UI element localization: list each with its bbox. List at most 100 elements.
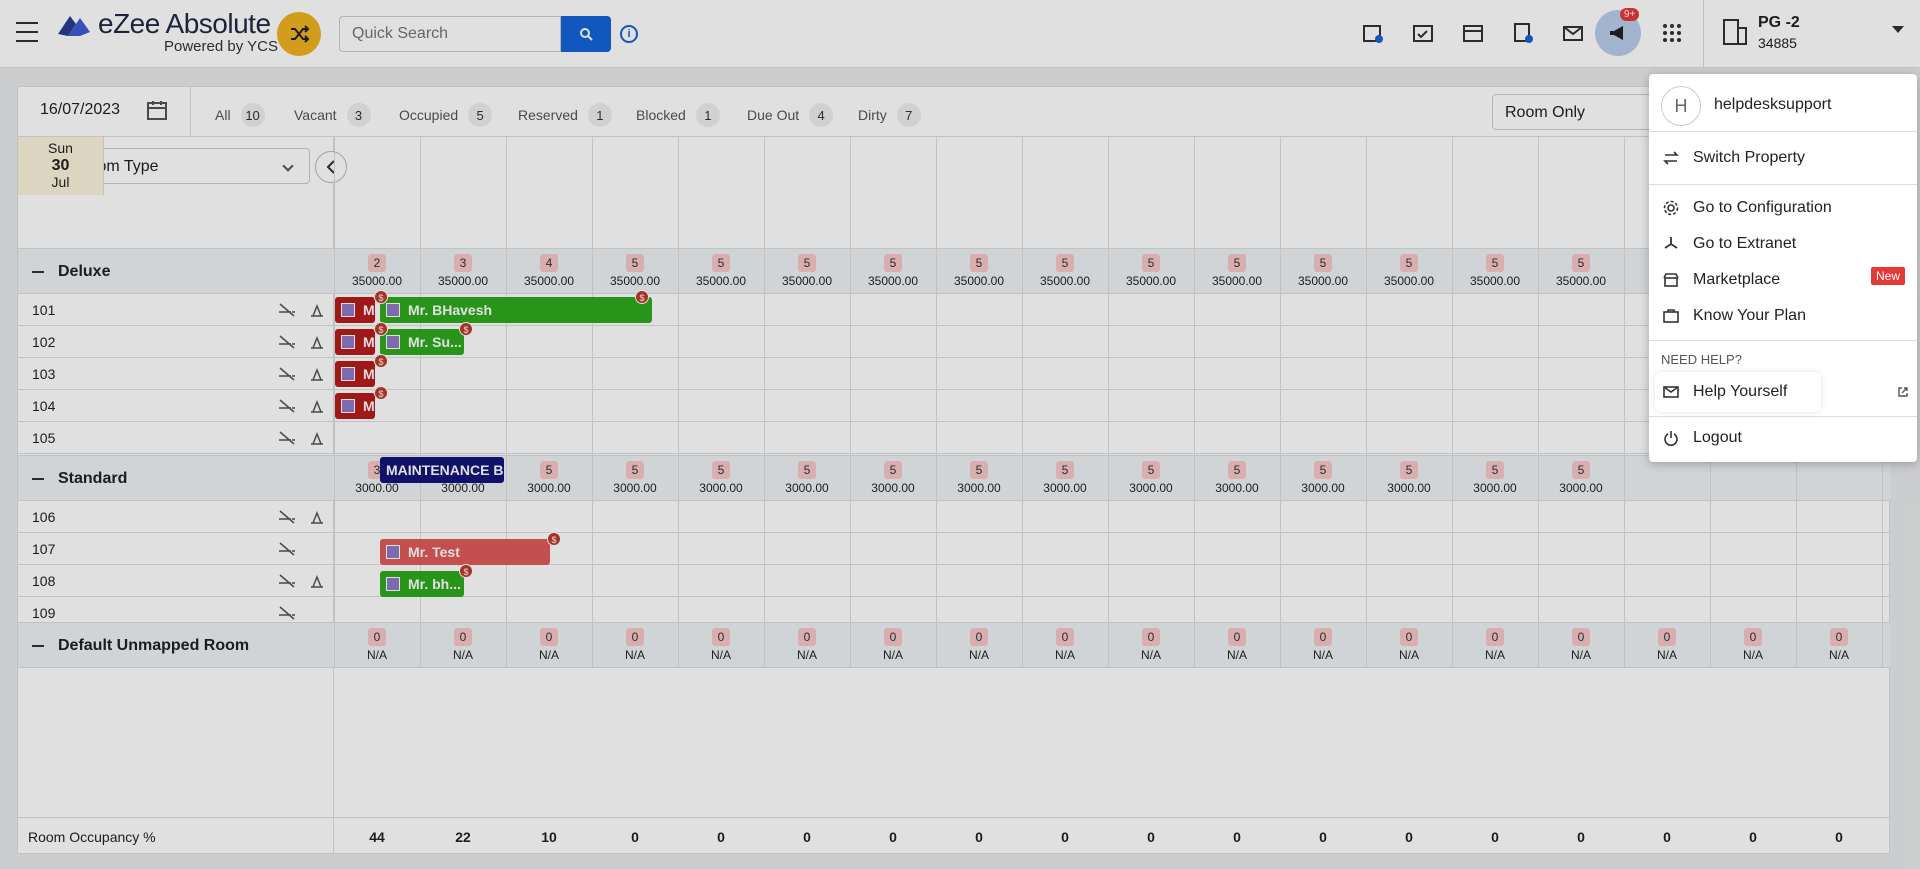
payment-due-icon: $ xyxy=(374,290,388,304)
filter-dirty[interactable]: Dirty 7 xyxy=(858,103,921,127)
availability-cell[interactable]: 0 N/A xyxy=(1624,628,1710,662)
availability-cell[interactable]: 5 3000.00 xyxy=(1280,461,1366,495)
availability-cell[interactable]: 0 N/A xyxy=(1194,628,1280,662)
booking-bar[interactable]: M xyxy=(335,329,375,355)
booking-icon xyxy=(341,367,355,381)
filter-reserved[interactable]: Reserved 1 xyxy=(518,103,612,127)
booking-bar[interactable]: Mr. Su... xyxy=(380,329,464,355)
rate-type-select[interactable]: Room Only xyxy=(1492,94,1672,130)
availability-cell[interactable]: 2 35000.00 xyxy=(334,254,420,288)
availability-cell[interactable]: 5 3000.00 xyxy=(1108,461,1194,495)
chevron-down-icon xyxy=(1892,26,1904,33)
marketplace-item[interactable]: Marketplace xyxy=(1661,266,1905,294)
availability-cell[interactable]: 0 N/A xyxy=(420,628,506,662)
property-selector[interactable]: PG -2 34885 xyxy=(1703,0,1920,68)
room-number: 107 xyxy=(32,541,56,557)
configuration-item[interactable]: Go to Configuration xyxy=(1661,194,1905,222)
availability-cell[interactable]: 5 3000.00 xyxy=(1194,461,1280,495)
swap-icon xyxy=(1661,148,1681,168)
extranet-item[interactable]: Go to Extranet xyxy=(1661,230,1905,258)
availability-cell[interactable]: 5 35000.00 xyxy=(936,254,1022,288)
availability-cell[interactable]: 0 N/A xyxy=(850,628,936,662)
calendar-icon[interactable] xyxy=(146,99,168,121)
availability-cell[interactable]: 0 N/A xyxy=(764,628,850,662)
collapse-icon[interactable] xyxy=(32,645,44,647)
date-field[interactable]: 16/07/2023 xyxy=(40,101,120,119)
day-header[interactable]: Sun 30 Jul xyxy=(18,137,104,195)
availability-cell[interactable]: 5 3000.00 xyxy=(1452,461,1538,495)
search-button[interactable] xyxy=(561,16,611,52)
logout-item[interactable]: Logout xyxy=(1661,424,1905,452)
maintenance-block[interactable]: MAINTENANCE B... xyxy=(380,457,504,483)
filter-occupied[interactable]: Occupied 5 xyxy=(399,103,493,127)
availability-cell[interactable]: 0 N/A xyxy=(1280,628,1366,662)
availability-cell[interactable]: 4 35000.00 xyxy=(506,254,592,288)
info-icon[interactable]: i xyxy=(620,25,638,43)
room-number: 103 xyxy=(32,366,56,382)
availability-cell[interactable]: 3 35000.00 xyxy=(420,254,506,288)
availability-cell[interactable]: 0 N/A xyxy=(1796,628,1882,662)
availability-cell[interactable]: 5 35000.00 xyxy=(592,254,678,288)
filter-vacant[interactable]: Vacant 3 xyxy=(294,103,371,127)
availability-cell[interactable]: 5 35000.00 xyxy=(1108,254,1194,288)
menu-icon[interactable] xyxy=(16,22,38,42)
availability-cell[interactable]: 5 35000.00 xyxy=(1194,254,1280,288)
availability-cell[interactable]: 5 3000.00 xyxy=(1366,461,1452,495)
availability-cell[interactable]: 5 35000.00 xyxy=(764,254,850,288)
filter-all[interactable]: All 10 xyxy=(215,103,265,127)
occupancy-value: 0 xyxy=(889,829,897,845)
no-smoking-icon xyxy=(279,542,295,556)
no-smoking-icon xyxy=(279,335,295,349)
calendar-add-icon[interactable] xyxy=(1360,20,1386,46)
availability-cell[interactable]: 5 3000.00 xyxy=(678,461,764,495)
availability-cell[interactable]: 0 N/A xyxy=(1538,628,1624,662)
availability-cell[interactable]: 5 35000.00 xyxy=(1366,254,1452,288)
availability-cell[interactable]: 5 35000.00 xyxy=(678,254,764,288)
calendar-icon[interactable] xyxy=(1460,20,1486,46)
booking-bar[interactable]: Mr. bh... xyxy=(380,571,464,597)
booking-bar[interactable]: Mr. BHavesh xyxy=(380,297,652,323)
availability-cell[interactable]: 0 N/A xyxy=(678,628,764,662)
filter-blocked[interactable]: Blocked 1 xyxy=(636,103,720,127)
no-smoking-icon xyxy=(279,606,295,620)
booking-bar[interactable]: M xyxy=(335,361,375,387)
availability-cell[interactable]: 5 3000.00 xyxy=(850,461,936,495)
availability-cell[interactable]: 5 35000.00 xyxy=(1022,254,1108,288)
booking-bar[interactable]: M xyxy=(335,297,375,323)
availability-cell[interactable]: 0 N/A xyxy=(334,628,420,662)
filter-due-out[interactable]: Due Out 4 xyxy=(747,103,834,127)
availability-cell[interactable]: 0 N/A xyxy=(592,628,678,662)
availability-cell[interactable]: 0 N/A xyxy=(1710,628,1796,662)
availability-cell[interactable]: 5 3000.00 xyxy=(936,461,1022,495)
availability-cell[interactable]: 0 N/A xyxy=(1022,628,1108,662)
availability-cell[interactable]: 5 35000.00 xyxy=(1538,254,1624,288)
invoice-icon[interactable] xyxy=(1510,20,1536,46)
collapse-icon[interactable] xyxy=(32,271,44,273)
availability-cell[interactable]: 5 3000.00 xyxy=(506,461,592,495)
booking-bar[interactable]: Mr. Test xyxy=(380,539,550,565)
collapse-icon[interactable] xyxy=(32,478,44,480)
availability-cell[interactable]: 0 N/A xyxy=(506,628,592,662)
availability-cell[interactable]: 5 35000.00 xyxy=(850,254,936,288)
availability-cell[interactable]: 5 35000.00 xyxy=(1452,254,1538,288)
availability-cell[interactable]: 5 3000.00 xyxy=(592,461,678,495)
mail-icon[interactable] xyxy=(1560,20,1586,46)
booking-bar[interactable]: M xyxy=(335,393,375,419)
availability-cell[interactable]: 5 3000.00 xyxy=(1538,461,1624,495)
availability-cell[interactable]: 0 N/A xyxy=(936,628,1022,662)
help-yourself-item[interactable]: Help Yourself xyxy=(1661,378,1905,406)
collapse-left-button[interactable] xyxy=(315,151,347,183)
availability-cell[interactable]: 0 N/A xyxy=(1108,628,1194,662)
availability-cell[interactable]: 0 N/A xyxy=(1366,628,1452,662)
know-your-plan-item[interactable]: Know Your Plan xyxy=(1661,302,1905,330)
availability-cell[interactable]: 5 3000.00 xyxy=(1022,461,1108,495)
availability-cell[interactable]: 5 3000.00 xyxy=(764,461,850,495)
quick-search-input[interactable] xyxy=(339,16,561,52)
user-menu: H helpdesksupport Switch Property Go to … xyxy=(1649,74,1917,462)
apps-grid-icon[interactable] xyxy=(1659,20,1685,46)
availability-cell[interactable]: 5 35000.00 xyxy=(1280,254,1366,288)
calendar-check-icon[interactable] xyxy=(1410,20,1436,46)
shuffle-icon[interactable] xyxy=(277,12,321,56)
availability-cell[interactable]: 0 N/A xyxy=(1452,628,1538,662)
switch-property-item[interactable]: Switch Property xyxy=(1661,144,1905,172)
